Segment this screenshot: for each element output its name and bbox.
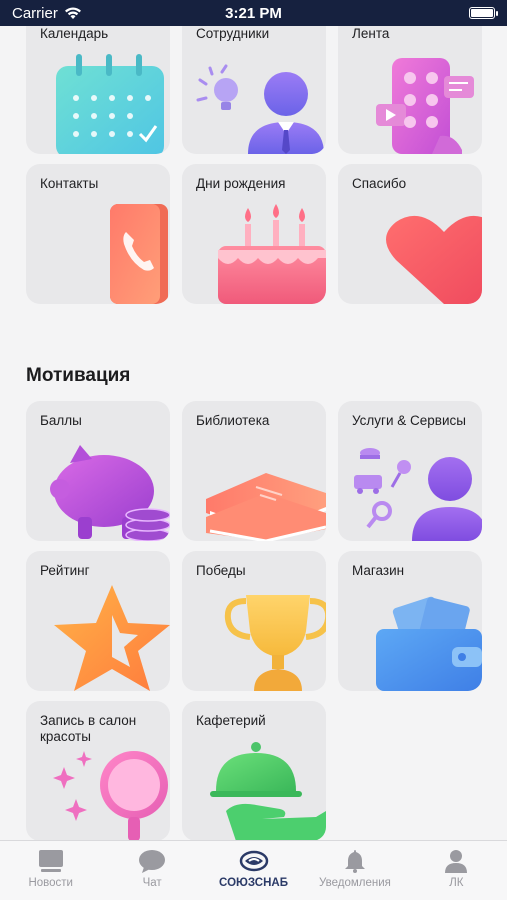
section-title-motivation: Мотивация <box>26 365 131 386</box>
tab-home-label: СОЮЗСНАБ <box>219 877 288 889</box>
tab-news-label: Новости <box>28 877 73 889</box>
tab-home[interactable]: СОЮЗСНАБ <box>203 841 304 900</box>
employee-icon <box>196 64 324 154</box>
tile-birthdays[interactable]: Дни рождения <box>182 164 326 304</box>
wifi-icon <box>64 7 81 19</box>
tile-label: Лента <box>352 26 390 41</box>
mirror-icon <box>53 751 168 840</box>
tile-points[interactable]: Баллы <box>26 401 170 541</box>
tile-label: Услуги & Сервисы <box>352 413 466 428</box>
tab-bar: Новости Чат СОЮЗСНАБ Уведомления ЛК <box>0 840 507 900</box>
tile-victories[interactable]: Победы <box>182 551 326 691</box>
tile-label: Запись в салон красоты <box>40 713 137 744</box>
battery-icon <box>469 7 498 19</box>
piggy-bank-icon <box>50 445 170 541</box>
tab-chat[interactable]: Чат <box>101 841 202 900</box>
tile-feed[interactable]: Лента <box>338 26 482 154</box>
tile-label: Сотрудники <box>196 26 270 41</box>
tile-label: Библиотека <box>196 413 270 428</box>
tile-label: Спасибо <box>352 176 407 191</box>
tile-contacts[interactable]: Контакты <box>26 164 170 304</box>
tab-notifications[interactable]: Уведомления <box>304 841 405 900</box>
carrier-label: Carrier <box>12 4 58 22</box>
tile-label: Контакты <box>40 176 99 191</box>
tile-library[interactable]: Библиотека <box>182 401 326 541</box>
cloche-icon <box>210 742 326 840</box>
feed-phone-icon <box>376 58 474 154</box>
tile-rating[interactable]: Рейтинг <box>26 551 170 691</box>
status-time: 3:21 PM <box>225 4 282 22</box>
tile-cafeteria[interactable]: Кафетерий <box>182 701 326 840</box>
news-icon <box>38 850 63 872</box>
heart-icon <box>386 215 482 304</box>
books-icon <box>206 473 326 541</box>
main-content[interactable]: Календарь Сотрудники Лента Контакты Дни … <box>0 26 507 840</box>
tab-profile-label: ЛК <box>449 877 464 889</box>
tile-label: Победы <box>196 563 246 578</box>
tab-news[interactable]: Новости <box>0 841 101 900</box>
tile-label: Дни рождения <box>196 176 286 191</box>
phone-book-icon <box>110 204 168 304</box>
tile-label: Кафетерий <box>196 713 266 728</box>
calendar-icon <box>56 54 164 154</box>
status-bar: Carrier 3:21 PM <box>0 0 507 26</box>
tile-label: Баллы <box>40 413 82 428</box>
tile-services[interactable]: Услуги & Сервисы <box>338 401 482 541</box>
birthday-cake-icon <box>218 204 326 304</box>
star-icon <box>54 585 170 691</box>
tile-shop[interactable]: Магазин <box>338 551 482 691</box>
tile-employees[interactable]: Сотрудники <box>182 26 326 154</box>
tab-profile[interactable]: ЛК <box>406 841 507 900</box>
tile-label: Рейтинг <box>40 563 90 578</box>
tab-chat-label: Чат <box>142 877 162 889</box>
tab-notifications-label: Уведомления <box>318 877 391 889</box>
tile-beauty-salon[interactable]: Запись в салон красоты <box>26 701 170 840</box>
person-icon <box>445 850 468 873</box>
tile-label: Календарь <box>40 26 109 41</box>
wallet-icon <box>376 596 482 691</box>
trophy-icon <box>224 595 326 691</box>
chat-bubble-icon <box>139 850 166 873</box>
tile-calendar[interactable]: Календарь <box>26 26 170 154</box>
bell-icon <box>344 850 365 873</box>
soyuzsnab-logo-icon <box>239 850 268 872</box>
tile-thanks[interactable]: Спасибо <box>338 164 482 304</box>
services-person-icon <box>354 448 482 541</box>
tile-label: Магазин <box>352 563 405 578</box>
